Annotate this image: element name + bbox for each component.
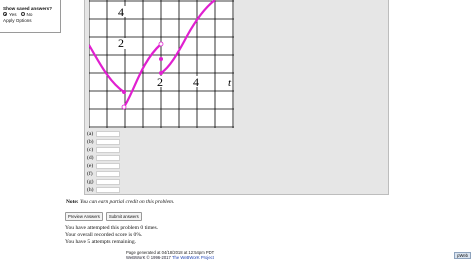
note-bold-label: Note: <box>66 199 79 205</box>
yes-radio[interactable] <box>3 12 7 17</box>
answer-row: (e) <box>87 162 120 170</box>
closed-point-c <box>159 71 163 75</box>
function-graph: 4 2 2 4 t <box>89 0 234 128</box>
answer-label: (c) <box>87 147 94 153</box>
attempt-status: You have attempted this problem 0 times.… <box>65 225 158 245</box>
saved-answers-radio-group: Yes No <box>3 12 60 18</box>
answer-row: (b) <box>87 138 120 146</box>
answer-label: (f) <box>87 171 93 177</box>
answer-label: (h) <box>87 187 94 193</box>
apply-options-button[interactable]: Apply Options <box>3 18 32 24</box>
webwork-logo: pWeb <box>454 252 471 259</box>
problem-panel: 4 2 2 4 t (a) (b) (c) (d) (e) (f) (g) (h… <box>84 0 389 195</box>
closed-point-a <box>122 90 126 94</box>
answer-input-h[interactable] <box>96 187 120 193</box>
answer-row: (h) <box>87 186 120 194</box>
attempts-line: You have attempted this problem 0 times. <box>65 225 159 231</box>
answer-label: (e) <box>87 163 94 169</box>
remaining-line: You have 5 attempts remaining. <box>65 238 137 245</box>
answer-input-b[interactable] <box>96 139 120 145</box>
open-point-b <box>158 41 164 47</box>
page-footer: Page generated at 04/18/2018 at 12:54pm … <box>126 250 214 261</box>
answer-input-c[interactable] <box>96 147 120 153</box>
open-point-a <box>121 104 127 110</box>
x-tick-2: 2 <box>157 75 163 89</box>
score-line: Your overall recorded score is 0%. <box>65 231 143 238</box>
x-tick-4: 4 <box>193 75 199 89</box>
answer-row: (c) <box>87 146 120 154</box>
answer-row: (a) <box>87 130 120 138</box>
y-tick-4: 4 <box>118 5 124 19</box>
partial-credit-note: Note: You can earn partial credit on thi… <box>66 199 174 205</box>
answer-label: (d) <box>87 155 94 161</box>
action-buttons: Preview Answers Submit answers <box>65 212 142 221</box>
preview-answers-button[interactable]: Preview Answers <box>65 212 103 221</box>
answer-label: (g) <box>87 179 94 185</box>
answer-blanks: (a) (b) (c) (d) (e) (f) (g) (h) <box>87 130 120 194</box>
yes-radio-label: Yes <box>9 11 17 17</box>
display-options-panel: Show saved answers? Yes No Apply Options <box>0 0 61 33</box>
answer-row: (d) <box>87 154 120 162</box>
closed-point-b <box>159 57 163 61</box>
y-tick-2: 2 <box>118 36 124 50</box>
answer-label: (a) <box>87 131 94 137</box>
submit-answers-button[interactable]: Submit answers <box>105 212 142 221</box>
no-radio[interactable] <box>20 12 25 17</box>
answer-input-d[interactable] <box>96 155 120 161</box>
no-radio-label: No <box>26 11 33 17</box>
answer-row: (f) <box>87 170 120 178</box>
answer-row: (g) <box>87 178 120 186</box>
copyright-text: WeBWorK © 1996-2017 <box>126 254 171 260</box>
answer-input-f[interactable] <box>96 171 120 177</box>
note-text: You can earn partial credit on this prob… <box>79 199 175 205</box>
webwork-project-link[interactable]: The WeBWorK Project <box>172 255 214 260</box>
answer-label: (b) <box>87 139 94 145</box>
answer-input-e[interactable] <box>96 163 120 169</box>
answer-input-g[interactable] <box>96 179 120 185</box>
answer-input-a[interactable] <box>96 131 120 137</box>
